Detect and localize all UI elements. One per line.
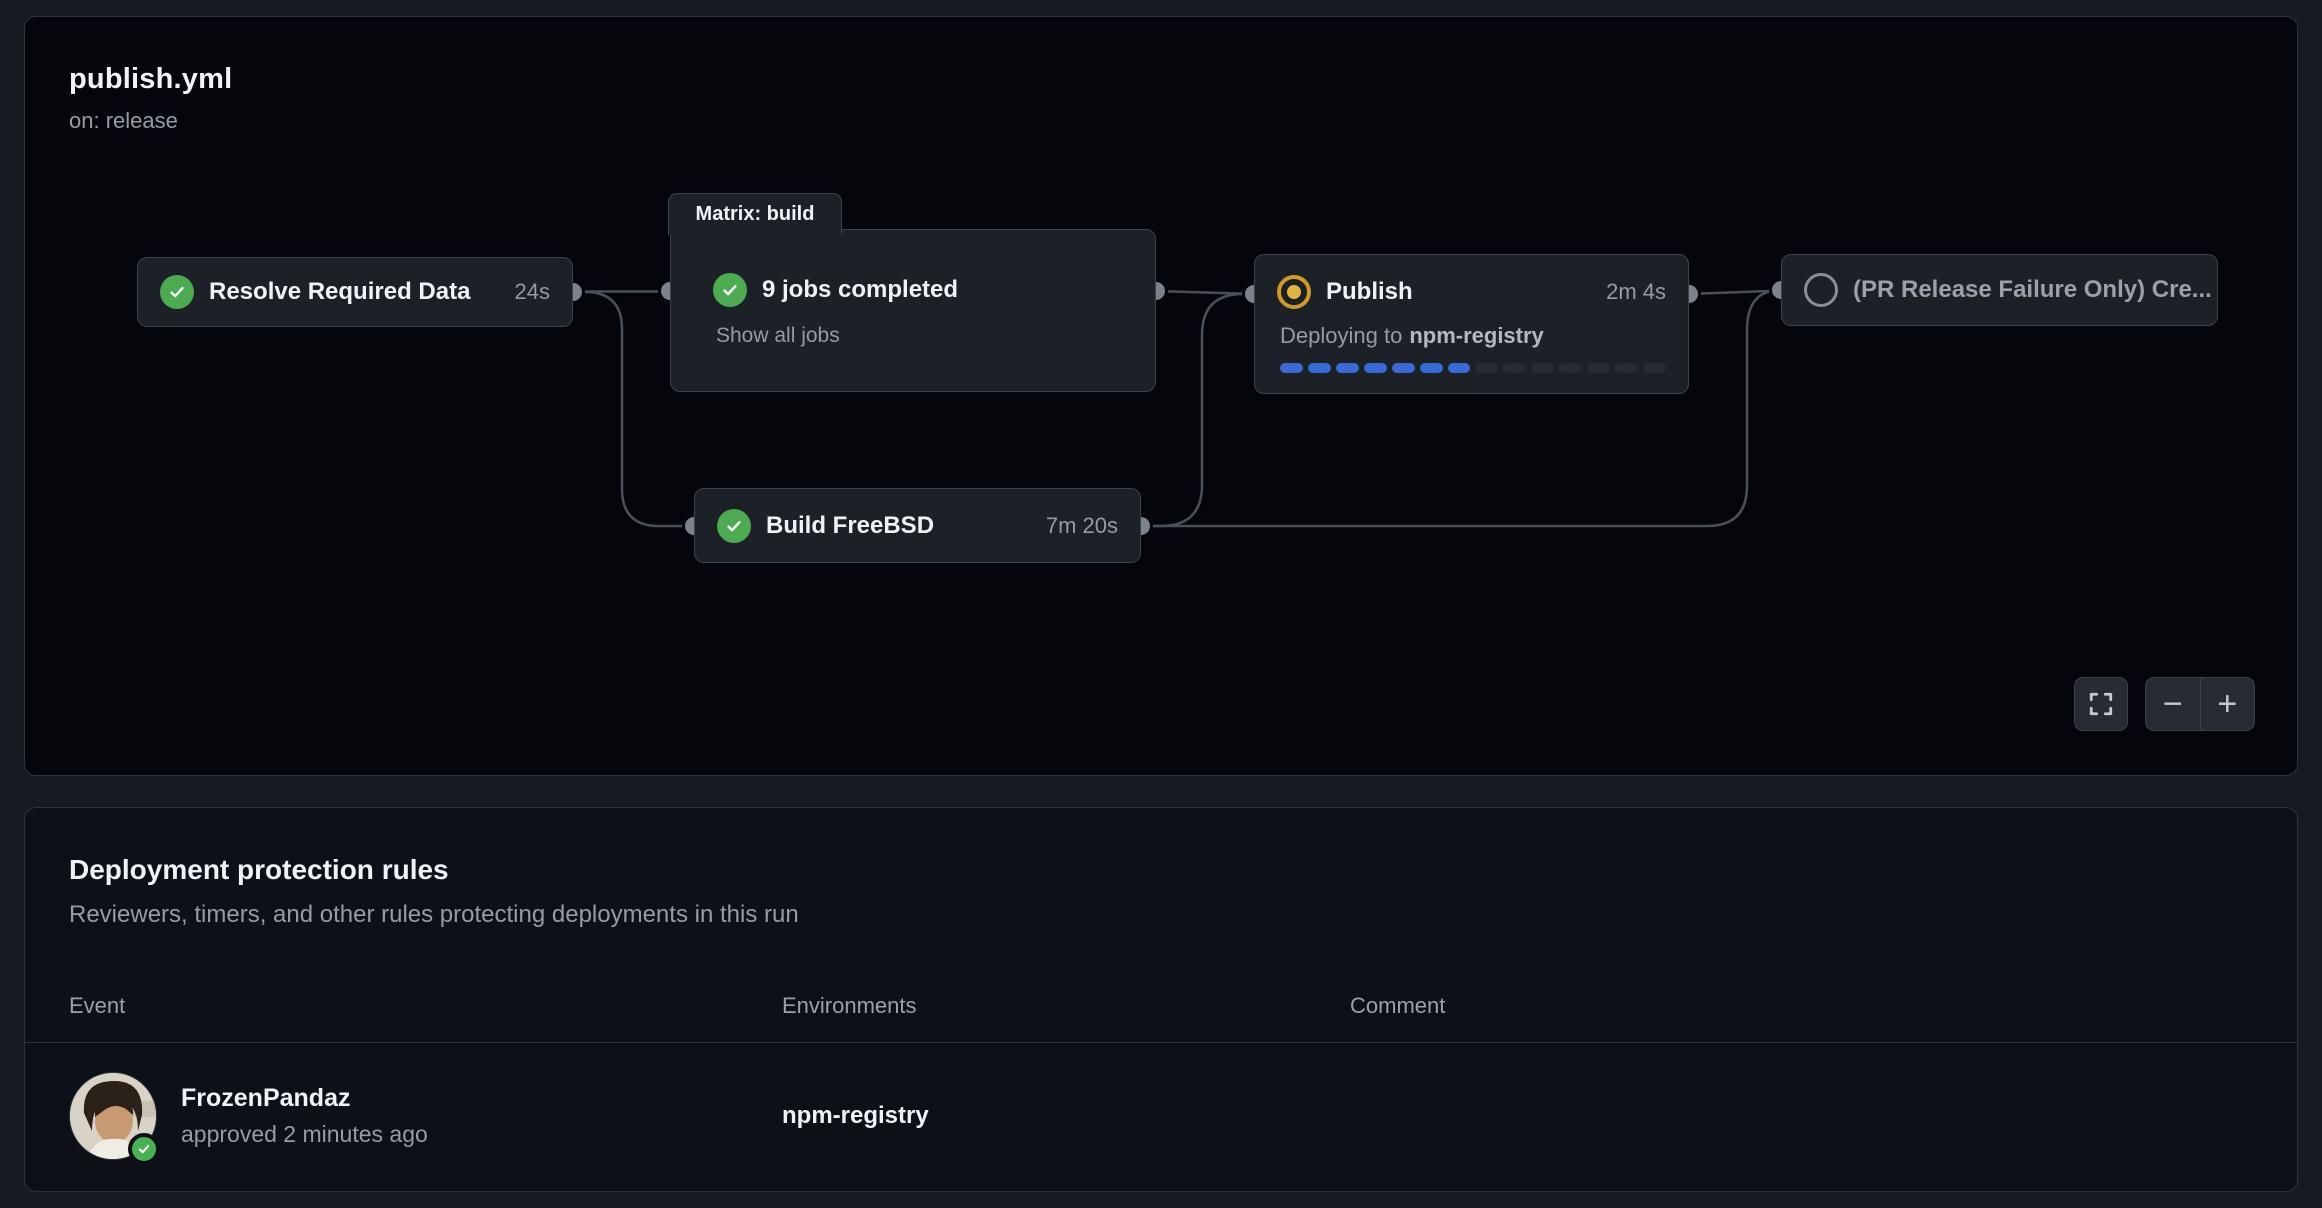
matrix-tab-label: Matrix: build <box>696 203 815 226</box>
user-name: FrozenPandaz <box>181 1084 428 1113</box>
fit-to-window-icon <box>2088 691 2114 717</box>
progress-segment <box>1420 363 1443 373</box>
progress-segment <box>1364 363 1387 373</box>
approved-check-icon <box>128 1133 160 1165</box>
job-node-title: (PR Release Failure Only) Cre... <box>1853 276 2212 304</box>
column-header-comment: Comment <box>1350 993 2253 1019</box>
fit-to-window-button[interactable] <box>2074 677 2128 731</box>
job-duration: 24s <box>515 279 550 305</box>
job-node-pr-release-failure[interactable]: (PR Release Failure Only) Cre... <box>1781 254 2218 326</box>
approval-status: approved 2 minutes ago <box>181 1121 428 1148</box>
workflow-edges <box>25 17 2299 777</box>
event-details: FrozenPandaz approved 2 minutes ago <box>181 1084 428 1148</box>
progress-segment <box>1615 363 1638 373</box>
job-node-publish[interactable]: Publish 2m 4s Deploying to npm-registry <box>1254 254 1689 394</box>
rules-subheading: Reviewers, timers, and other rules prote… <box>69 901 2253 929</box>
show-all-jobs-link[interactable]: Show all jobs <box>716 324 1133 348</box>
column-header-event: Event <box>69 993 782 1019</box>
in-progress-icon <box>1277 275 1311 309</box>
progress-segment <box>1531 363 1554 373</box>
deploy-prefix: Deploying to <box>1280 323 1402 348</box>
progress-segment <box>1448 363 1471 373</box>
success-check-icon <box>713 273 747 307</box>
matrix-group-tab: Matrix: build <box>668 193 842 235</box>
workflow-graph-panel: publish.yml on: release Resolve Required <box>24 16 2298 776</box>
table-header-row: Event Environments Comment <box>25 969 2297 1043</box>
edge-freebsd-to-publish <box>1141 294 1254 526</box>
success-check-icon <box>717 509 751 543</box>
job-node-title: Publish <box>1326 278 1413 306</box>
progress-segment <box>1643 363 1666 373</box>
deploy-status-line: Deploying to npm-registry <box>1280 323 1666 349</box>
progress-segment <box>1503 363 1526 373</box>
graph-controls: − + <box>2074 677 2255 731</box>
job-node-build-freebsd[interactable]: Build FreeBSD 7m 20s <box>694 488 1141 563</box>
job-node-matrix-build[interactable]: 9 jobs completed Show all jobs <box>670 229 1156 392</box>
deploy-progress-bar <box>1280 363 1666 373</box>
deploy-environment: npm-registry <box>1409 323 1543 348</box>
job-node-resolve-required-data[interactable]: Resolve Required Data 24s <box>137 257 573 327</box>
zoom-in-button[interactable]: + <box>2201 678 2255 730</box>
job-node-title: Build FreeBSD <box>766 512 934 540</box>
progress-segment <box>1587 363 1610 373</box>
rules-header: Deployment protection rules Reviewers, t… <box>25 808 2297 929</box>
success-check-icon <box>160 275 194 309</box>
zoom-out-button[interactable]: − <box>2146 678 2201 730</box>
job-duration: 7m 20s <box>1046 513 1118 539</box>
avatar <box>69 1072 157 1160</box>
matrix-summary: 9 jobs completed <box>762 276 958 304</box>
protection-rules-table: Event Environments Comment <box>25 969 2297 1188</box>
table-row: FrozenPandaz approved 2 minutes ago npm-… <box>25 1043 2297 1188</box>
pending-circle-icon <box>1804 273 1838 307</box>
job-node-title: Resolve Required Data <box>209 278 470 306</box>
progress-segment <box>1392 363 1415 373</box>
progress-segment <box>1308 363 1331 373</box>
job-duration: 2m 4s <box>1606 279 1666 305</box>
zoom-button-group: − + <box>2145 677 2255 731</box>
progress-segment <box>1559 363 1582 373</box>
rules-heading: Deployment protection rules <box>69 854 2253 886</box>
event-cell: FrozenPandaz approved 2 minutes ago <box>69 1072 782 1160</box>
progress-segment <box>1280 363 1303 373</box>
environment-cell: npm-registry <box>782 1102 1350 1130</box>
progress-segment <box>1336 363 1359 373</box>
column-header-environments: Environments <box>782 993 1350 1019</box>
progress-segment <box>1475 363 1498 373</box>
deployment-protection-panel: Deployment protection rules Reviewers, t… <box>24 807 2298 1192</box>
